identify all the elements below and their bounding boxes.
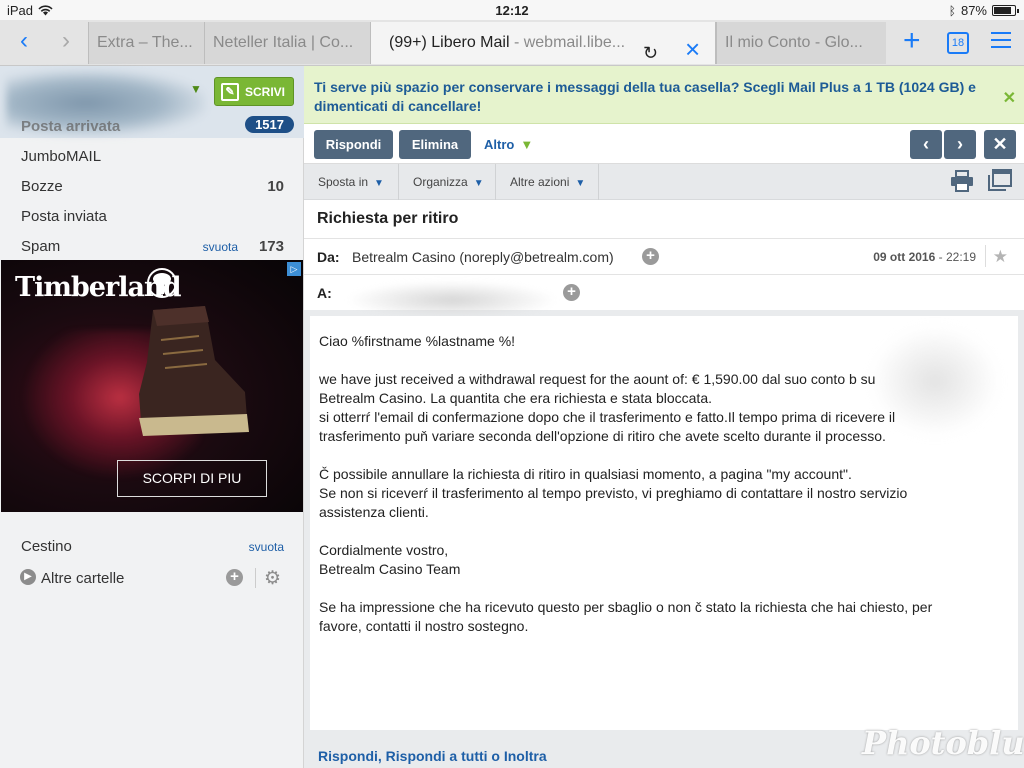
status-bar: iPad 12:12 ᛒ 87% (0, 0, 1024, 20)
body-paragraph: Č possibile annullare la richiesta di ri… (319, 466, 908, 520)
add-contact-icon[interactable]: + (563, 284, 580, 301)
next-message-button[interactable]: › (944, 130, 976, 159)
body-greeting: Ciao %firstname %lastname %! (319, 333, 516, 349)
reply-button[interactable]: Rispondi (314, 130, 393, 159)
folder-drafts[interactable]: Bozze 10 (0, 172, 304, 202)
expand-arrow-icon[interactable]: ▶ (20, 569, 36, 585)
bluetooth-icon: ᛒ (948, 3, 956, 18)
to-row: A: + (304, 274, 1024, 319)
add-folder-icon[interactable]: + (226, 569, 243, 586)
tab-libero-mail[interactable]: (99+) Libero Mail - webmail.libe... ↻ × (370, 22, 716, 64)
compose-button[interactable]: ✎ SCRIVI (214, 77, 294, 106)
folder-spam[interactable]: Spam svuota 173 (0, 232, 304, 262)
clock: 12:12 (495, 3, 529, 18)
delete-button[interactable]: Elimina (399, 130, 471, 159)
close-tab-icon[interactable]: × (685, 28, 700, 64)
body-closing: Cordialmente vostro, Betrealm Casino Tea… (319, 542, 461, 577)
forward-icon[interactable]: › (54, 29, 78, 54)
tab-neteller[interactable]: Neteller Italia | Co... (204, 22, 370, 64)
close-message-button[interactable]: ✕ (984, 130, 1016, 159)
move-to-menu[interactable]: Sposta in ▼ (304, 164, 399, 200)
photoblur-watermark: Photoblur (862, 724, 1024, 762)
body-paragraph: we have just received a withdrawal reque… (319, 371, 896, 444)
message-date: 09 ott 2016 - 22:19 (873, 250, 976, 264)
message-subject: Richiesta per ritiro (317, 210, 459, 227)
reload-icon[interactable]: ↻ (643, 32, 658, 64)
chevron-down-icon: ▼ (520, 137, 534, 152)
back-icon[interactable]: ‹ (12, 29, 36, 54)
message-pane: Ti serve più spazio per conservare i mes… (304, 66, 1024, 768)
organize-menu[interactable]: Organizza ▼ (399, 164, 496, 200)
empty-trash-link[interactable]: svuota (249, 540, 284, 554)
menu-icon[interactable] (991, 32, 1011, 48)
previous-message-button[interactable]: ‹ (910, 130, 942, 159)
chevron-down-icon: ▼ (374, 178, 384, 189)
tab-mio-conto[interactable]: Il mio Conto - Glo... (716, 22, 886, 64)
empty-spam-link[interactable]: svuota (203, 240, 238, 254)
more-dropdown[interactable]: Altro ▼ (484, 137, 533, 152)
message-toolbar: Rispondi Elimina Altro ▼ ‹ › ✕ (304, 124, 1024, 164)
add-contact-icon[interactable]: + (642, 248, 659, 265)
close-icon[interactable]: ✕ (1003, 88, 1016, 108)
folder-sent[interactable]: Posta inviata (0, 202, 304, 232)
recipient-blurred (346, 281, 558, 319)
unread-badge: 1517 (245, 116, 294, 133)
other-folders[interactable]: ▶ Altre cartelle + ⚙ (0, 564, 304, 594)
gear-icon[interactable]: ⚙ (264, 567, 281, 590)
new-tab-icon[interactable]: + (903, 26, 921, 56)
tab-url: - webmail.libe... (513, 34, 626, 51)
compose-icon: ✎ (221, 82, 239, 101)
advertisement[interactable]: Timberland ▷ SCORPI DI PIU (1, 260, 303, 512)
tabs-overview-icon[interactable]: 18 (947, 32, 969, 54)
chevron-down-icon[interactable]: ▼ (190, 82, 202, 96)
other-actions-menu[interactable]: Altre azioni ▼ (496, 164, 599, 200)
star-icon[interactable]: ★ (993, 247, 1008, 267)
body-paragraph: Se ha impressione che ha ricevuto questo… (319, 599, 933, 634)
folder-inbox[interactable]: Posta arrivata 1517 (0, 112, 304, 140)
promo-text: Ti serve più spazio per conservare i mes… (314, 79, 976, 114)
folder-trash[interactable]: Cestino svuota (0, 532, 304, 562)
message-body: Ciao %firstname %lastname %! we have jus… (310, 316, 1018, 730)
battery-icon (992, 5, 1019, 16)
tree-logo-icon (147, 268, 177, 298)
chevron-down-icon: ▼ (575, 178, 586, 189)
chevron-down-icon: ▼ (473, 178, 484, 189)
message-subject-row: Richiesta per ritiro (304, 200, 1024, 238)
reply-links[interactable]: Rispondi, Rispondi a tutti o Inoltra (318, 748, 547, 764)
battery-percent: 87% (960, 3, 987, 18)
folder-jumbomail[interactable]: JumboMAIL (0, 142, 304, 172)
browser-tab-bar: ‹ › Extra – The... Neteller Italia | Co.… (0, 20, 1024, 66)
promo-banner[interactable]: Ti serve più spazio per conservare i mes… (304, 66, 1024, 124)
sidebar: ▼ ✎ SCRIVI Posta arrivata 1517 JumboMAIL… (0, 66, 304, 768)
action-menu-bar: Sposta in ▼ Organizza ▼ Altre azioni ▼ (304, 164, 1024, 200)
from-row: Da: Betrealm Casino (noreply@betrealm.co… (304, 238, 1024, 274)
ad-cta-button[interactable]: SCORPI DI PIU (117, 460, 267, 497)
open-in-window-icon[interactable] (988, 169, 1012, 191)
adchoices-icon[interactable]: ▷ (287, 262, 301, 276)
boot-image (139, 306, 249, 436)
sender[interactable]: Betrealm Casino (noreply@betrealm.com) (352, 249, 614, 265)
tab-extra[interactable]: Extra – The... (88, 22, 204, 64)
print-icon[interactable] (950, 170, 974, 192)
